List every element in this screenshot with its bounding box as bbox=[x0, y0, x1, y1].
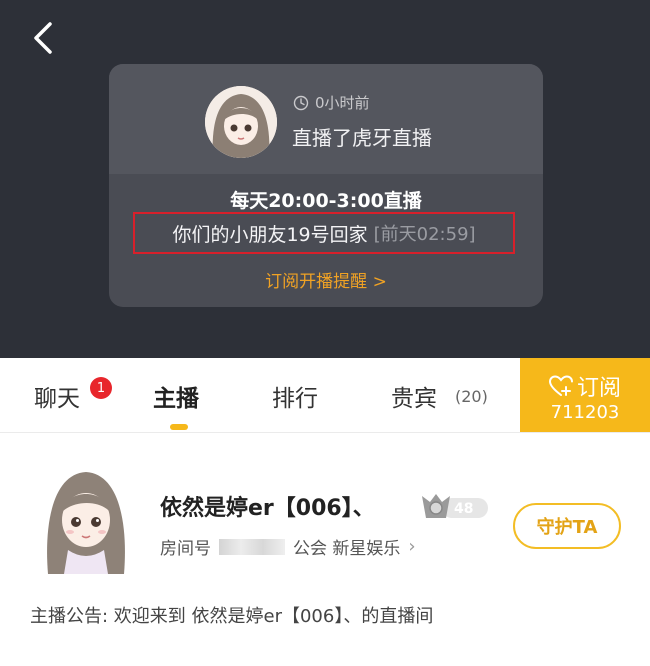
level-badge: 48 bbox=[418, 490, 490, 524]
subscribe-label: 订阅 bbox=[576, 376, 621, 401]
streamer-avatar[interactable] bbox=[38, 466, 134, 574]
latest-notice: 你们的小朋友19号回家 [前天02:59] bbox=[133, 212, 515, 254]
subscribe-count: 711203 bbox=[550, 402, 620, 423]
subscribe-button[interactable]: 订阅 711203 bbox=[520, 358, 650, 432]
subscribe-reminder-link[interactable]: 订阅开播提醒 > bbox=[109, 267, 543, 292]
chevron-right-icon: › bbox=[408, 536, 416, 557]
back-button[interactable] bbox=[26, 18, 62, 58]
active-tab-indicator bbox=[170, 424, 188, 430]
room-info[interactable]: 房间号 公会 新星娱乐 › bbox=[160, 534, 416, 559]
vip-count: (20) bbox=[455, 387, 488, 406]
live-platform-text: 直播了虎牙直播 bbox=[292, 126, 432, 150]
notice-text: 你们的小朋友19号回家 bbox=[172, 223, 368, 246]
chevron-left-icon bbox=[34, 22, 52, 54]
streamer-avatar-small bbox=[205, 86, 277, 158]
streamer-announcement: 主播公告: 欢迎来到 依然是婷er【006】、的直播间 bbox=[30, 606, 434, 627]
level-number: 48 bbox=[454, 501, 473, 517]
streamer-name: 依然是婷er【006】、 bbox=[160, 496, 375, 521]
card-header bbox=[109, 64, 543, 174]
room-number-label: 房间号 bbox=[160, 539, 211, 559]
time-ago: 0小时前 bbox=[293, 92, 370, 113]
guild-name: 公会 新星娱乐 bbox=[293, 539, 401, 559]
level-crest-icon: 48 bbox=[422, 494, 488, 518]
tab-vip[interactable]: 贵宾 bbox=[391, 379, 437, 413]
notice-time: [前天02:59] bbox=[373, 224, 476, 245]
tab-rank[interactable]: 排行 bbox=[272, 379, 318, 413]
guard-button[interactable]: 守护TA bbox=[513, 503, 621, 549]
live-schedule: 每天20:00-3:00直播 bbox=[230, 190, 422, 212]
tab-anchor[interactable]: 主播 bbox=[153, 379, 199, 413]
clock-icon bbox=[293, 95, 309, 110]
time-ago-label: 0小时前 bbox=[315, 94, 370, 112]
live-info-panel: 0小时前 直播了虎牙直播 每天20:00-3:00直播 你们的小朋友19号回家 … bbox=[0, 0, 650, 358]
chat-unread-badge: 1 bbox=[90, 377, 112, 399]
room-number-obscured bbox=[219, 538, 285, 555]
tab-bar: 聊天 1 主播 排行 贵宾 (20) 订阅 711203 bbox=[0, 358, 650, 433]
heart-plus-icon bbox=[548, 375, 573, 396]
tab-chat[interactable]: 聊天 bbox=[34, 379, 80, 413]
last-live-card: 0小时前 直播了虎牙直播 每天20:00-3:00直播 你们的小朋友19号回家 … bbox=[109, 64, 543, 307]
